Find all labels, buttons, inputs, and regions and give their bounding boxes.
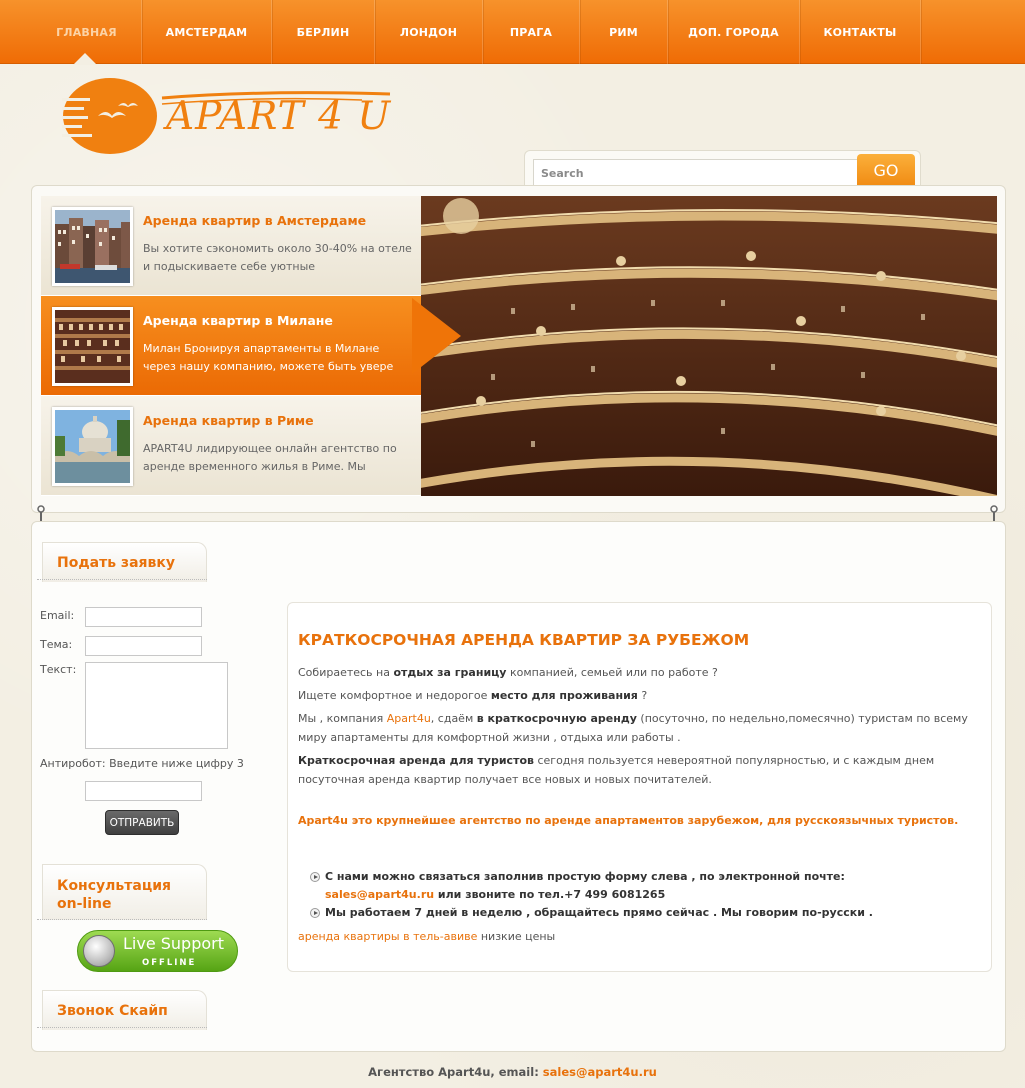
message-textarea[interactable] bbox=[85, 662, 228, 749]
bullet-arrow-icon bbox=[310, 908, 320, 918]
nav-item-prague[interactable]: ПРАГА bbox=[483, 0, 580, 64]
logo-text: APART 4 U bbox=[166, 94, 392, 139]
article-paragraph-4: Краткосрочная аренда для туристов сегодн… bbox=[298, 754, 935, 786]
search-bar: GO bbox=[524, 150, 921, 190]
slide-title[interactable]: Аренда квартир в Милане bbox=[143, 313, 333, 328]
tel-aviv-link[interactable]: аренда квартиры в тель-авиве bbox=[298, 930, 477, 943]
divider bbox=[37, 919, 207, 920]
nav-item-london[interactable]: ЛОНДОН bbox=[375, 0, 483, 64]
article-paragraph-2: Ищете комфортное и недорогое место для п… bbox=[298, 689, 648, 702]
subject-label: Тема: bbox=[40, 638, 73, 651]
antirobot-field[interactable] bbox=[85, 781, 202, 801]
bullet-arrow-icon bbox=[310, 872, 320, 882]
contact-bullet: С нами можно связаться заполнив простую … bbox=[310, 868, 970, 904]
consult-title: Консультация on-line bbox=[57, 877, 171, 913]
site-logo[interactable]: APART 4 U bbox=[62, 76, 392, 158]
slide-text: Вы хотите сэкономить около 30-40% на оте… bbox=[143, 242, 412, 273]
slide-list: Аренда квартир в Амстердаме Вы хотите сэ… bbox=[41, 196, 422, 496]
opera-theater-image bbox=[421, 196, 997, 496]
article-paragraph-1: Собираетесь на отдых за границу компание… bbox=[298, 666, 718, 679]
antirobot-label: Антиробот: Введите ниже цифру 3 bbox=[40, 757, 244, 770]
consult-title-line2: on-line bbox=[57, 896, 112, 912]
live-support-title: Live Support bbox=[123, 934, 225, 953]
live-support-status-icon bbox=[83, 935, 115, 967]
top-nav: ГЛАВНАЯ АМСТЕРДАМ БЕРЛИН ЛОНДОН ПРАГА РИ… bbox=[0, 0, 1025, 65]
main-content-box: Подать заявку Email: Тема: Текст: Антиро… bbox=[31, 521, 1006, 1052]
live-support-status: OFFLINE bbox=[142, 958, 197, 968]
slide-text: APART4U лидирующее онлайн агентство по а… bbox=[143, 442, 397, 473]
working-hours-bullet: Мы работаем 7 дней в неделю , обращайтес… bbox=[310, 904, 970, 922]
slide-title[interactable]: Аренда квартир в Амстердаме bbox=[143, 213, 366, 228]
nav-item-amsterdam[interactable]: АМСТЕРДАМ bbox=[142, 0, 272, 64]
live-support-button[interactable]: Live Support OFFLINE bbox=[77, 930, 238, 972]
search-input[interactable] bbox=[533, 159, 858, 187]
email-field[interactable] bbox=[85, 607, 202, 627]
request-title: Подать заявку bbox=[57, 555, 175, 571]
slide-title[interactable]: Аренда квартир в Риме bbox=[143, 413, 314, 428]
featured-slider: Аренда квартир в Амстердаме Вы хотите сэ… bbox=[31, 185, 1006, 513]
article-last-line: аренда квартиры в тель-авиве низкие цены bbox=[298, 930, 556, 943]
slide-main-image[interactable] bbox=[421, 196, 997, 496]
submit-button[interactable]: ОТПРАВИТЬ bbox=[105, 810, 179, 835]
rome-thumbnail bbox=[52, 407, 133, 486]
footer-email-link[interactable]: sales@apart4u.ru bbox=[543, 1065, 657, 1079]
slide-item-milan[interactable]: Аренда квартир в Милане Милан Бронируя а… bbox=[41, 296, 422, 396]
nav-menu: ГЛАВНАЯ АМСТЕРДАМ БЕРЛИН ЛОНДОН ПРАГА РИ… bbox=[32, 0, 921, 64]
nav-item-more-cities[interactable]: ДОП. ГОРОДА bbox=[668, 0, 800, 64]
slide-item-rome[interactable]: Аренда квартир в Риме APART4U лидирующее… bbox=[41, 396, 422, 496]
footer: Агентство Apart4u, email: sales@apart4u.… bbox=[0, 1065, 1025, 1079]
article-title: КРАТКОСРОЧНАЯ АРЕНДА КВАРТИР ЗА РУБЕЖОМ bbox=[298, 631, 750, 649]
skype-tab: Звонок Скайп bbox=[42, 990, 207, 1030]
active-slide-arrow bbox=[412, 298, 461, 374]
subject-field[interactable] bbox=[85, 636, 202, 656]
skype-title: Звонок Скайп bbox=[57, 1003, 168, 1019]
email-label: Email: bbox=[40, 609, 75, 622]
text-label: Текст: bbox=[40, 663, 77, 676]
request-tab: Подать заявку bbox=[42, 542, 207, 582]
amsterdam-thumbnail bbox=[52, 207, 133, 286]
divider bbox=[37, 579, 207, 580]
apart4u-link[interactable]: Apart4u bbox=[387, 712, 431, 725]
consult-tab: Консультация on-line bbox=[42, 864, 207, 920]
article-paragraph-3: Мы , компания Apart4u, сдаём в краткосро… bbox=[298, 712, 968, 744]
nav-item-contacts[interactable]: КОНТАКТЫ bbox=[800, 0, 921, 64]
divider bbox=[37, 1027, 207, 1028]
slide-text: Милан Бронируя апартаменты в Милане чере… bbox=[143, 342, 394, 373]
active-nav-indicator bbox=[73, 53, 97, 65]
sales-email-link[interactable]: sales@apart4u.ru bbox=[325, 888, 434, 901]
article-highlight: Apart4u это крупнейшее агентство по арен… bbox=[298, 814, 959, 827]
slide-item-amsterdam[interactable]: Аренда квартир в Амстердаме Вы хотите сэ… bbox=[41, 196, 422, 296]
footer-text: Агентство Apart4u, email: bbox=[368, 1065, 543, 1079]
consult-title-line1: Консультация bbox=[57, 878, 172, 894]
nav-item-berlin[interactable]: БЕРЛИН bbox=[272, 0, 375, 64]
search-go-button[interactable]: GO bbox=[857, 154, 915, 187]
article-box: КРАТКОСРОЧНАЯ АРЕНДА КВАРТИР ЗА РУБЕЖОМ … bbox=[287, 602, 992, 972]
nav-item-rome[interactable]: РИМ bbox=[580, 0, 668, 64]
milan-thumbnail bbox=[52, 307, 133, 386]
